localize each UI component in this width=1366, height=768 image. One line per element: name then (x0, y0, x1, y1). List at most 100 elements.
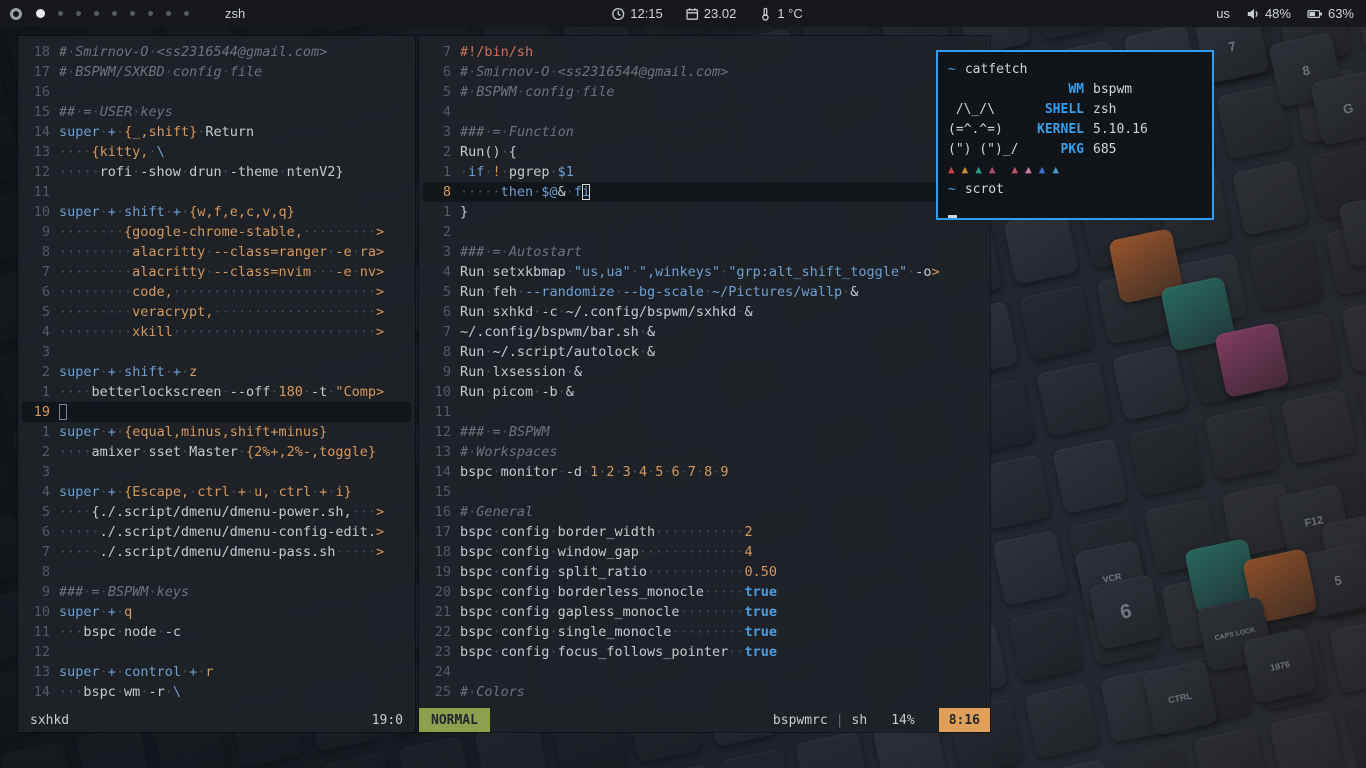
statusline-position: 8:16 (939, 708, 990, 732)
editor-line: 24 (423, 662, 986, 682)
editor-line: 3###·=·Autostart (423, 242, 986, 262)
editor-line: 4 (423, 102, 986, 122)
date-text: 23.02 (704, 6, 737, 21)
editor-line: 6Run·sxhkd·-c·~/.config/bspwm/sxhkd·& (423, 302, 986, 322)
editor-line: 11···bspc·node·-c (22, 622, 411, 642)
editor-line: 8Run·~/.script/autolock·& (423, 342, 986, 362)
editor-line: 1} (423, 202, 986, 222)
fetch-value: 685 (1093, 140, 1116, 160)
workspace-dot[interactable] (148, 11, 153, 16)
topbar-left: zsh (0, 6, 245, 21)
editor-line: 1·if·!·pgrep·$1 (423, 162, 986, 182)
main-statusline: NORMAL bspwmrc | sh 14% 8:16 (419, 708, 990, 732)
palette-triangle: ▲ (1025, 160, 1032, 180)
editor-line: 6#·Smirnov-O·<ss2316544@gmail.com> (423, 62, 986, 82)
editor-line: 13#·Workspaces (423, 442, 986, 462)
statusline-right-group: bspwmrc | sh 14% 8:16 (773, 708, 990, 732)
terminal-command-line: ~ catfetch (948, 60, 1202, 80)
workspace-dot-active[interactable] (36, 9, 45, 18)
editor-line: 12 (22, 642, 411, 662)
palette-triangle: ▲ (948, 160, 955, 180)
editor-line: 13super·+·control·+·r (22, 662, 411, 682)
top-bar: zsh 12:15 23.02 1 °C us 48% (0, 0, 1366, 27)
fetch-value: bspwm (1093, 80, 1132, 100)
statusline-filetype: sh (852, 713, 868, 728)
editor-line: 22bspc·config·single_monocle·········tru… (423, 622, 986, 642)
editor-line: 10Run·picom·-b·& (423, 382, 986, 402)
topbar-right: us 48% 63% (1216, 0, 1354, 27)
clock-icon (611, 7, 625, 21)
workspace-dot[interactable] (58, 11, 63, 16)
editor-line: 2····amixer·sset·Master·{2%+,2%-,toggle} (22, 442, 411, 462)
workspace-dot[interactable] (94, 11, 99, 16)
battery-text: 63% (1328, 6, 1354, 21)
editor-line: 15##·=·USER·keys (22, 102, 411, 122)
palette-triangle: ▲ (1039, 160, 1046, 180)
palette-triangle: ▲ (989, 160, 996, 180)
thermometer-icon (758, 7, 772, 21)
volume-module[interactable]: 48% (1246, 6, 1291, 21)
statusline-separator: | (836, 713, 844, 728)
editor-line: 8 (22, 562, 411, 582)
editor-line: 19bspc·config·split_ratio············0.5… (423, 562, 986, 582)
ascii-art: (") (")_/ (948, 140, 1028, 160)
right-editor-lines[interactable]: 7#!/bin/sh6#·Smirnov-O·<ss2316544@gmail.… (419, 36, 990, 708)
terminal-command: catfetch (965, 60, 1028, 80)
workspace-dot[interactable] (130, 11, 135, 16)
floating-terminal[interactable]: ~catfetch WMbspwm /\_/\SHELLzsh(=^.^=)KE… (936, 50, 1214, 220)
ascii-art: (=^.^=) (948, 120, 1028, 140)
workspace-dot[interactable] (112, 11, 117, 16)
fetch-value: zsh (1093, 100, 1116, 120)
editor-line: 16 (22, 82, 411, 102)
launcher-icon[interactable] (10, 8, 22, 20)
left-editor-lines[interactable]: 18#·Smirnov-O·<ss2316544@gmail.com>17#·B… (18, 36, 415, 708)
editor-line: 6·····./.script/dmenu/dmenu-config-edit.… (22, 522, 411, 542)
prompt-symbol: ~ (948, 60, 956, 80)
terminal-command-line-2: ~scrot (948, 180, 1202, 200)
editor-line: 4·········xkill·························… (22, 322, 411, 342)
editor-line: 2 (423, 222, 986, 242)
left-editor-window: 18#·Smirnov-O·<ss2316544@gmail.com>17#·B… (18, 36, 415, 732)
editor-line: 16#·General (423, 502, 986, 522)
battery-module: 63% (1307, 6, 1354, 21)
desktop: 78GZF12E5VCR6CAPS LOCK1976CTRL zsh 12:15… (0, 0, 1366, 768)
main-editor-window: 7#!/bin/sh6#·Smirnov-O·<ss2316544@gmail.… (419, 36, 990, 732)
editor-line: 5·········veracrypt,····················… (22, 302, 411, 322)
time-text: 12:15 (630, 6, 663, 21)
statusline-percent: 14% (891, 713, 914, 728)
keyboard-layout-indicator[interactable]: us (1216, 6, 1230, 21)
fetch-label: PKG (1028, 140, 1084, 160)
terminal-cursor (948, 215, 957, 218)
fetch-label: SHELL (1028, 100, 1084, 120)
fetch-palette: ▲▲▲▲▲▲▲▲ (948, 160, 1202, 180)
editor-line: 7·········alacritty·--class=nvim···-e·nv… (22, 262, 411, 282)
palette-triangle: ▲ (1012, 160, 1019, 180)
editor-line: 2Run()·{ (423, 142, 986, 162)
editor-line: 25#·Colors (423, 682, 986, 702)
ascii-art: /\_/\ (948, 100, 1028, 120)
temperature-text: 1 °C (777, 6, 802, 21)
editor-line: 3 (22, 342, 411, 362)
editor-line: 21bspc·config·gapless_monocle········tru… (423, 602, 986, 622)
palette-triangle: ▲ (1052, 160, 1059, 180)
editor-line: 10super·+·shift·+·{w,f,e,c,v,q} (22, 202, 411, 222)
editor-line: 7·····./.script/dmenu/dmenu-pass.sh·····… (22, 542, 411, 562)
workspace-dot[interactable] (184, 11, 189, 16)
editor-line: 9Run·lxsession·& (423, 362, 986, 382)
editor-line: 7#!/bin/sh (423, 42, 986, 62)
editor-line: 14super·+·{_,shift}·Return (22, 122, 411, 142)
workspace-dot[interactable] (166, 11, 171, 16)
palette-triangle: ▲ (962, 160, 969, 180)
editor-line: 1super·+·{equal,minus,shift+minus} (22, 422, 411, 442)
editor-line: 4Run·setxkbmap·"us,ua"·",winkeys"·"grp:a… (423, 262, 986, 282)
editor-line: 20bspc·config·borderless_monocle·····tru… (423, 582, 986, 602)
battery-icon (1307, 7, 1323, 21)
editor-line: 1····betterlockscreen·--off·180·-t·"Comp… (22, 382, 411, 402)
workspace-dot[interactable] (76, 11, 81, 16)
terminal-cursor-line (948, 200, 1202, 220)
fetch-rows: WMbspwm /\_/\SHELLzsh(=^.^=)KERNEL5.10.1… (948, 80, 1202, 160)
statusline-file-group: bspwmrc | sh (773, 713, 867, 728)
editor-line: 8·····then·$@&·fi (423, 182, 986, 202)
statusline-file: sxhkd (18, 713, 69, 728)
editor-line: 10super·+·q (22, 602, 411, 622)
